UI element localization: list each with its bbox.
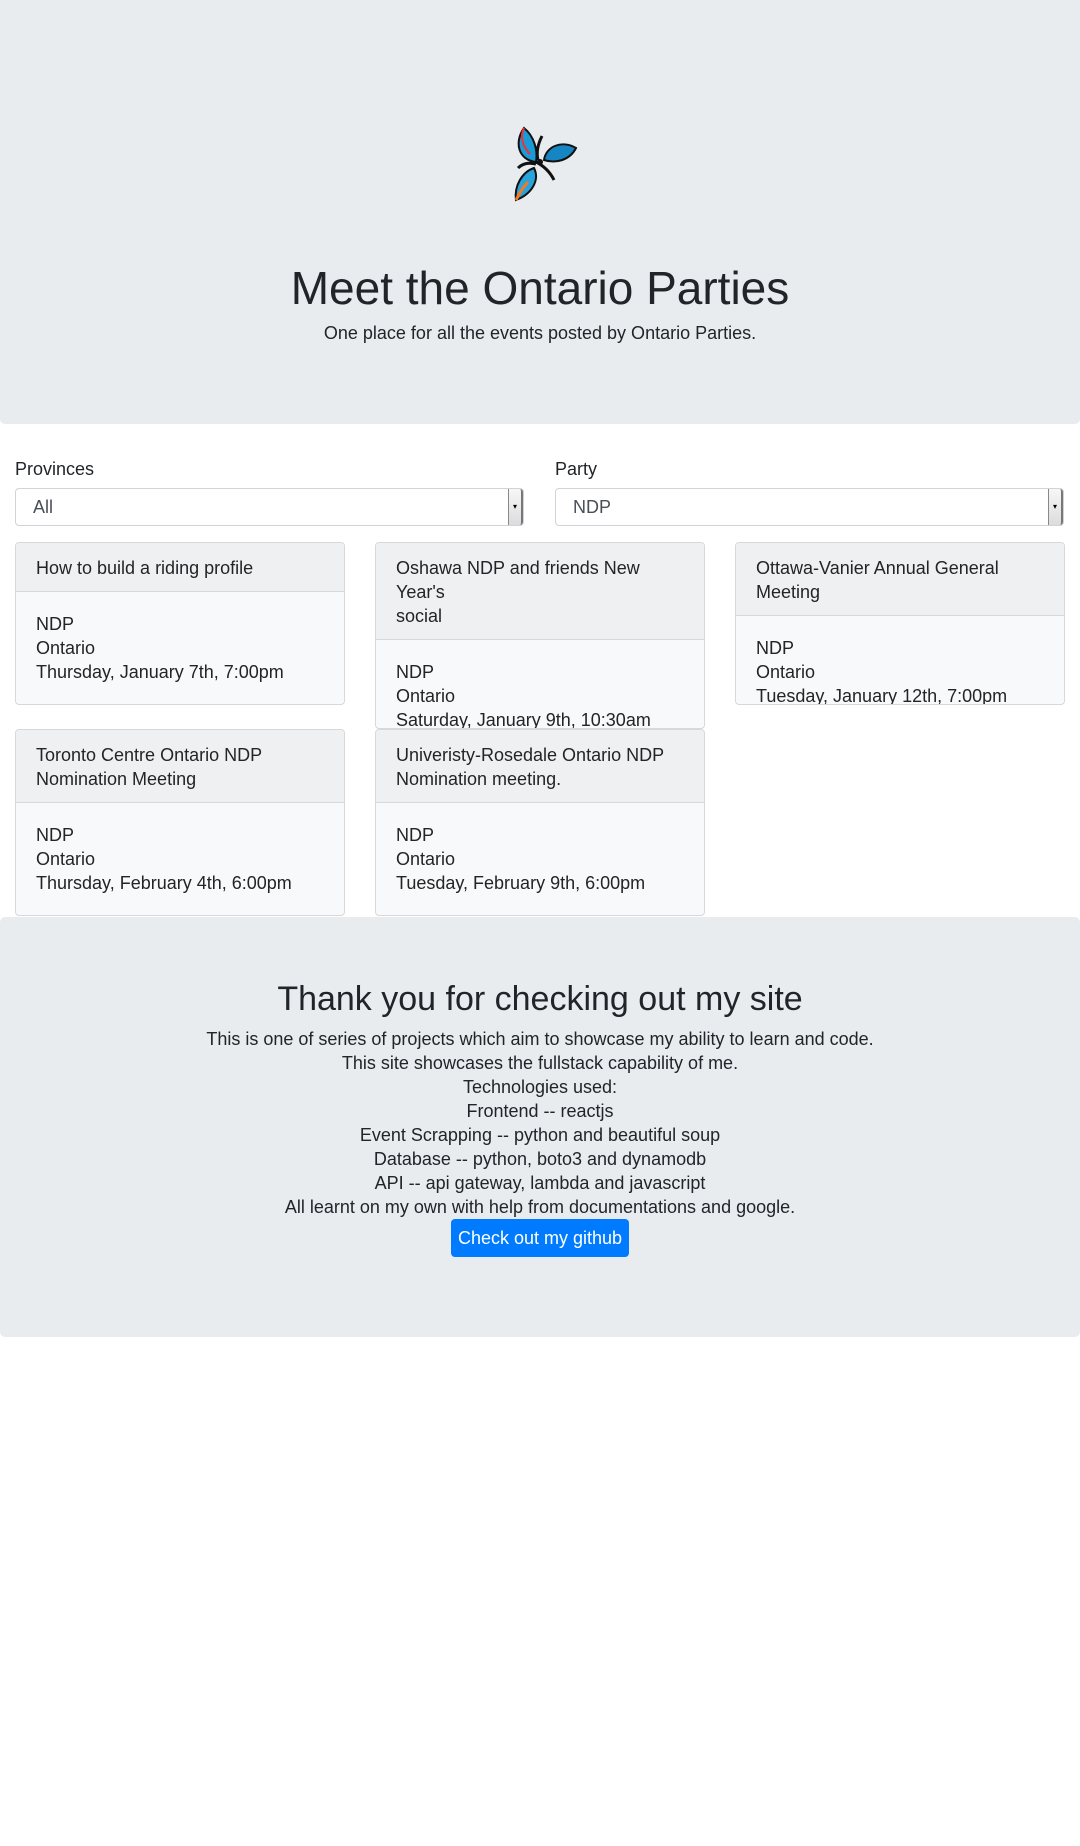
event-province: Ontario [36, 849, 96, 869]
event-date: Tuesday, February 9th, 6:00pm [396, 873, 646, 893]
ontario-trillium-logo-icon [514, 126, 578, 202]
event-province: Ontario [396, 849, 456, 869]
party-select-value: NDP [573, 497, 612, 517]
provinces-select[interactable]: All ▾ [15, 488, 524, 526]
page-subtitle: One place for all the events posted by O… [323, 323, 757, 343]
event-title-line: Oshawa NDP and friends New Year's [396, 558, 640, 602]
footer-line: All learnt on my own with help from docu… [284, 1197, 796, 1217]
footer-line: API -- api gateway, lambda and javascrip… [374, 1173, 706, 1193]
footer-line: This is one of series of projects which … [206, 1029, 874, 1049]
event-province: Ontario [36, 638, 96, 658]
caret-down-icon[interactable]: ▾ [1048, 489, 1063, 525]
event-title: Ottawa-Vanier Annual General Meeting [736, 543, 1064, 616]
event-party: NDP [36, 825, 75, 845]
caret-down-icon[interactable]: ▾ [508, 489, 523, 525]
event-title-line: social [396, 606, 443, 626]
event-card[interactable]: Oshawa NDP and friends New Year's social… [375, 542, 705, 729]
event-title: How to build a riding profile [16, 543, 344, 592]
footer-line: Technologies used: [462, 1077, 618, 1097]
event-details: NDP Ontario Thursday, February 4th, 6:00… [16, 803, 344, 915]
page-title: Meet the Ontario Parties [290, 262, 790, 314]
provinces-label: Provinces [15, 459, 95, 479]
party-select[interactable]: NDP ▾ [555, 488, 1064, 526]
event-title-line: Nomination meeting. [396, 769, 562, 789]
event-title-line: Univeristy-Rosedale Ontario NDP [396, 745, 665, 765]
footer-title: Thank you for checking out my site [277, 980, 803, 1018]
event-date: Saturday, January 9th, 10:30am [396, 710, 651, 729]
provinces-select-value: All [33, 497, 54, 517]
event-party: NDP [396, 825, 435, 845]
event-title: Toronto Centre Ontario NDP Nomination Me… [16, 730, 344, 803]
footer-line: Frontend -- reactjs [466, 1101, 614, 1121]
event-party: NDP [396, 662, 435, 682]
event-date: Thursday, January 7th, 7:00pm [36, 662, 284, 682]
github-button[interactable]: Check out my github [451, 1219, 629, 1257]
footer-line: This site showcases the fullstack capabi… [341, 1053, 739, 1073]
party-label: Party [555, 459, 598, 479]
event-details: NDP Ontario Tuesday, February 9th, 6:00p… [376, 803, 704, 915]
event-card[interactable]: Univeristy-Rosedale Ontario NDP Nominati… [375, 729, 705, 916]
event-details: NDP Ontario Saturday, January 9th, 10:30… [376, 640, 704, 729]
footer-banner: Thank you for checking out my site This … [0, 917, 1080, 1337]
event-details: NDP Ontario Tuesday, January 12th, 7:00p… [736, 616, 1064, 705]
event-title: Oshawa NDP and friends New Year's social [376, 543, 704, 640]
footer-description: This is one of series of projects which … [0, 1027, 1080, 1219]
event-title-line: How to build a riding profile [36, 558, 254, 578]
event-title-line: Toronto Centre Ontario NDP [36, 745, 263, 765]
event-party: NDP [36, 614, 75, 634]
footer-line: Database -- python, boto3 and dynamodb [373, 1149, 707, 1169]
event-province: Ontario [756, 662, 816, 682]
event-date: Thursday, February 4th, 6:00pm [36, 873, 292, 893]
event-card[interactable]: Ottawa-Vanier Annual General Meeting NDP… [735, 542, 1065, 705]
event-title: Univeristy-Rosedale Ontario NDP Nominati… [376, 730, 704, 803]
hero-banner: Meet the Ontario Parties One place for a… [0, 0, 1080, 424]
event-details: NDP Ontario Thursday, January 7th, 7:00p… [16, 592, 344, 704]
event-title-line: Ottawa-Vanier Annual General Meeting [756, 558, 999, 602]
footer-line: Event Scrapping -- python and beautiful … [359, 1125, 721, 1145]
event-card[interactable]: Toronto Centre Ontario NDP Nomination Me… [15, 729, 345, 916]
event-title-line: Nomination Meeting [36, 769, 197, 789]
event-date: Tuesday, January 12th, 7:00pm [756, 686, 1008, 705]
event-province: Ontario [396, 686, 456, 706]
event-card[interactable]: How to build a riding profile NDP Ontari… [15, 542, 345, 705]
event-party: NDP [756, 638, 795, 658]
